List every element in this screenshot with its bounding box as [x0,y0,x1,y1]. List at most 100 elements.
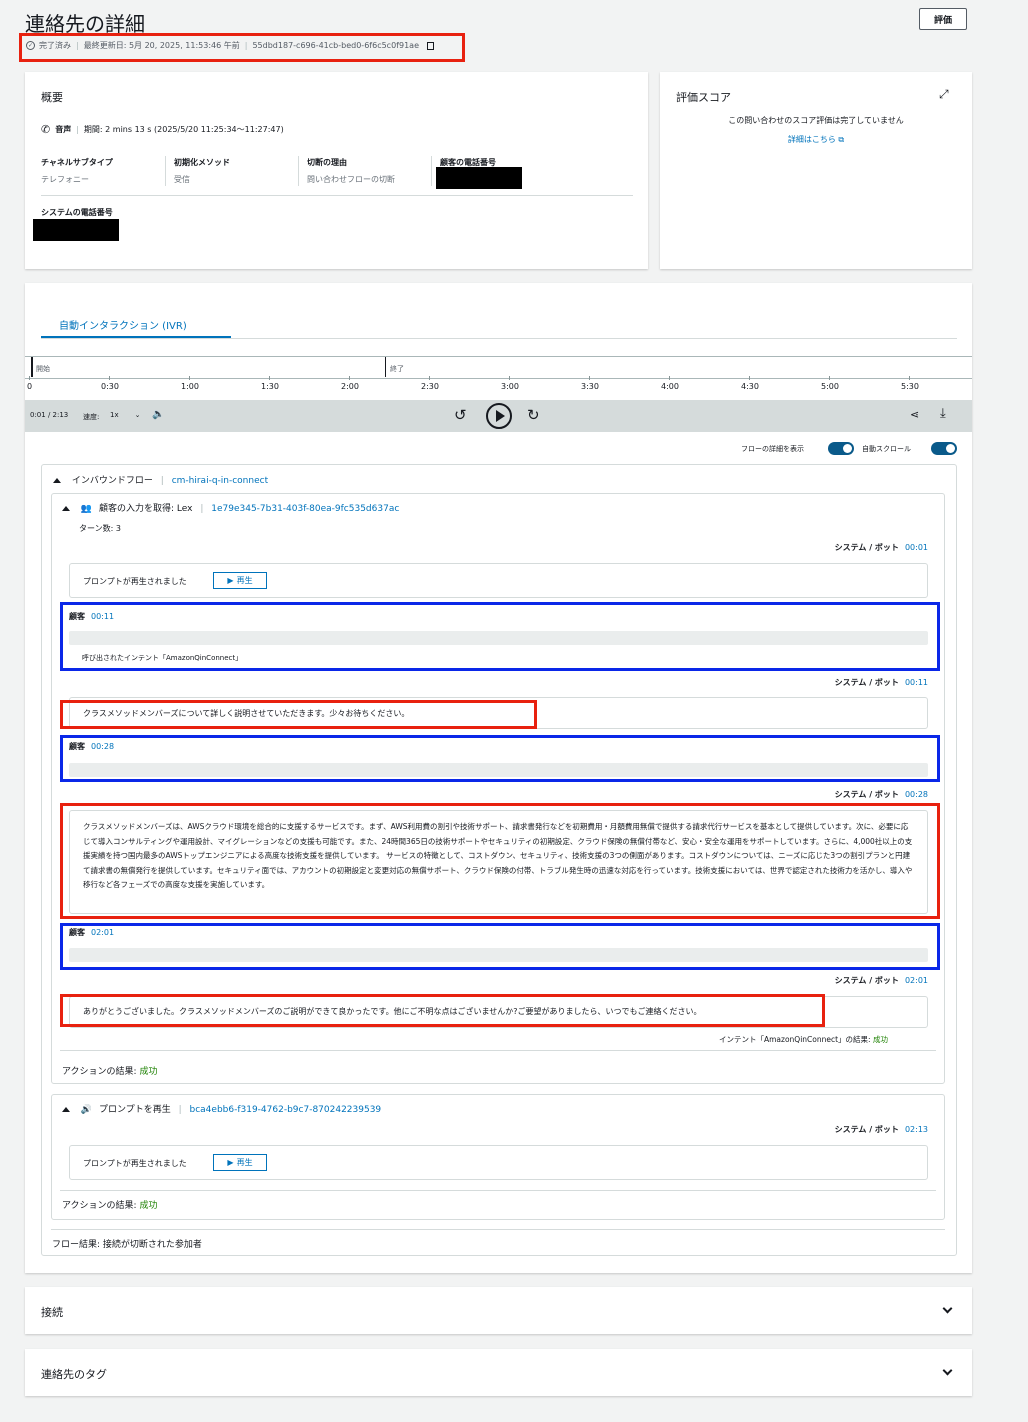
speed-value: 1x [110,411,119,419]
speed-label: 速度: [83,413,100,421]
external-link-icon: ⧉ [838,135,845,144]
tab-ivr[interactable]: 自動インタラクション (IVR) [59,317,187,332]
learn-more-link[interactable]: 詳細はこちら ⧉ [676,134,956,145]
expand-icon[interactable]: ⤢ [939,87,949,102]
field-channel-subtype: チャネルサブタイプ テレフォニー [41,157,165,187]
score-message: この問い合わせのスコア評価は完了していません [728,116,904,125]
prompt-played-box [69,563,928,598]
turn-count: ターン数: 3 [79,524,121,533]
customer-row: 顧客 00:11 [69,612,115,621]
overview-title: 概要 [41,91,63,104]
section-connection[interactable] [25,1287,972,1334]
system-bot-row: システム / ボット 02:13 [834,1125,928,1134]
timeline-tick-mark [749,376,750,380]
timeline-tick-label: 1:00 [181,382,199,391]
play-prompt-button[interactable]: ▶ 再生 [213,1154,267,1171]
volume-icon[interactable]: 🔈 [152,409,164,420]
field-label: チャネルサブタイプ [41,158,113,167]
toggle-flow-details[interactable] [828,442,854,455]
learn-more-text[interactable]: 詳細はこちら [788,135,836,144]
lex-id[interactable]: 1e79e345-7b31-403f-80ea-9fc535d637ac [211,504,399,514]
play-icon[interactable] [486,403,512,429]
toggle-autoscroll[interactable] [931,442,957,455]
phone-icon: ✆ [41,123,51,136]
intent-result: インテント「AmazonQinConnect」の結果: 成功 [719,1035,888,1044]
prompt-title: プロンプトを再生 [98,1105,171,1115]
status-label: 完了済み [39,41,71,50]
redacted-system-phone [33,219,119,241]
timeline-tick-mark [909,376,910,380]
channel-type: 音声 [55,125,72,134]
redacted-customer-phone [436,167,522,189]
timeline-tick-label: 2:30 [421,382,439,391]
timeline-tick-label: 4:00 [661,382,679,391]
play-prompt-button[interactable]: ▶ 再生 [213,572,267,589]
timeline-tick-mark [349,376,350,380]
player-time: 0:01 / 2:13 [30,411,69,419]
prompt-played-text: プロンプトが再生されました [83,577,187,586]
page-title: 連絡先の詳細 [25,12,145,36]
customer-transcript-bar [69,631,928,645]
timeline-tick-mark [509,376,510,380]
timeline-tick-label: 0 [27,382,33,391]
header-meta: ✓ 完了済み | 最終更新日: 5月 20, 2025, 11:53:46 午前… [26,40,434,51]
timeline-tick-label: 4:30 [741,382,759,391]
prompt-header[interactable]: 🔊 プロンプトを再生 | bca4ebb6-f319-4762-b9c7-870… [62,1102,381,1115]
toggle-flow-label: フローの詳細を表示 [741,445,804,453]
bot-message-3: ありがとうございました。クラスメソッドメンバーズのご説明ができて良かったです。他… [83,1007,702,1016]
timeline-tick-mark [429,376,430,380]
speaker-icon: 🔊 [80,1105,93,1115]
prompt-id[interactable]: bca4ebb6-f319-4762-b9c7-870242239539 [190,1105,382,1115]
score-title: 評価スコア [676,91,731,104]
download-icon[interactable]: ⤓ [940,406,946,421]
timeline-tick-label: 3:00 [501,382,519,391]
timeline-tick-mark [829,376,830,380]
inbound-flow-header[interactable]: インバウンドフロー | cm-hirai-q-in-connect [53,473,268,486]
copy-icon[interactable] [426,41,434,50]
customer-row: 顧客 00:28 [69,742,115,751]
timeline-end: 終了 [390,365,404,373]
field-label: 切断の理由 [307,158,347,167]
field-value: 問い合わせフローの切断 [307,175,395,184]
caret-up-icon [62,1107,70,1112]
customer-transcript-bar [69,763,928,777]
users-icon: 👥 [80,504,93,514]
timeline-tick-label: 5:00 [821,382,839,391]
forward-10-icon[interactable]: ↻ [527,406,540,424]
speed-select[interactable]: 1x ⌄ [110,411,140,419]
timeline-tick-label: 1:30 [261,382,279,391]
field-value: 受信 [174,175,190,184]
timeline-tick-label: 3:30 [581,382,599,391]
section-tags[interactable] [25,1349,972,1396]
customer-row: 顧客 02:01 [69,928,115,937]
bot-message-1: クラスメソッドメンバーズについて詳しく説明させていただきます。少々お待ちください… [83,709,410,718]
system-bot-row: システム / ボット 02:01 [834,976,928,985]
lex-action-result: アクションの結果: 成功 [62,1067,158,1077]
section-tags-title: 連絡先のタグ [41,1368,107,1381]
rewind-10-icon[interactable]: ↺ [454,406,467,424]
prompt-action-result: アクションの結果: 成功 [62,1201,158,1211]
timeline-tick-mark [109,376,110,380]
section-connection-title: 接続 [41,1306,63,1319]
timeline-tick-mark [269,376,270,380]
timeline-start: 開始 [36,365,50,373]
share-icon[interactable]: ⋖ [910,408,919,421]
timeline-tick-label: 5:30 [901,382,919,391]
contact-id: 55dbd187-c696-41cb-bed0-6f6c5c0f91ae [252,41,419,50]
lex-title: 顧客の入力を取得: Lex [98,504,193,514]
last-updated: 最終更新日: 5月 20, 2025, 11:53:46 午前 [83,41,240,50]
timeline-tick-mark [669,376,670,380]
field-value: テレフォニー [41,175,89,184]
lex-header[interactable]: 👥 顧客の入力を取得: Lex | 1e79e345-7b31-403f-80e… [62,501,399,514]
timeline-tick-mark [29,376,30,380]
inbound-flow-name[interactable]: cm-hirai-q-in-connect [172,476,268,486]
system-bot-row: システム / ボット 00:01 [834,543,928,552]
prompt-played-box [69,1145,928,1180]
timeline-tick-mark [189,376,190,380]
check-circle-icon: ✓ [26,41,35,50]
field-label: 初期化メソッド [174,158,230,167]
timeline-tick-label: 2:00 [341,382,359,391]
chevron-down-icon: ⌄ [134,411,141,419]
play-icon: ▶ [227,576,234,585]
evaluate-button[interactable]: 評価 [919,8,967,30]
